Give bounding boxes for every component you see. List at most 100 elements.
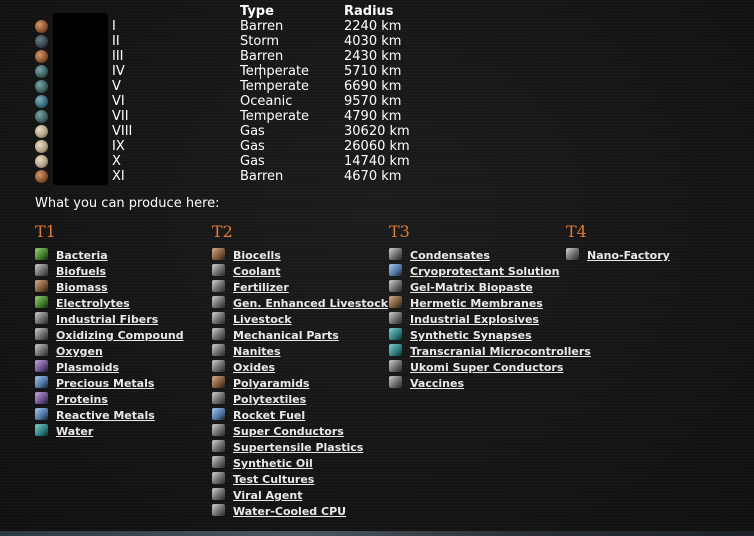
text-cursor-icon <box>258 63 264 80</box>
planet-type: Gas <box>240 139 265 154</box>
list-item: Precious Metals <box>35 374 184 390</box>
product-link-water[interactable]: Water <box>56 425 93 438</box>
product-link-biomass[interactable]: Biomass <box>56 281 108 294</box>
planet-row: I Barren 2240 km <box>0 19 754 34</box>
product-link-nano-factory[interactable]: Nano-Factory <box>587 249 670 262</box>
product-link-condensates[interactable]: Condensates <box>410 249 490 262</box>
product-link-coolant[interactable]: Coolant <box>233 265 280 278</box>
product-link-supertensile-plastics[interactable]: Supertensile Plastics <box>233 441 363 454</box>
list-item: Oxygen <box>35 342 184 358</box>
product-link-polyaramids[interactable]: Polyaramids <box>233 377 309 390</box>
planet-radius: 9570 km <box>344 94 402 109</box>
produce-heading: What you can produce here: <box>35 196 220 211</box>
gas-planet-icon <box>35 125 48 138</box>
planet-type: Barren <box>240 19 284 34</box>
planet-row: III Barren 2430 km <box>0 49 754 64</box>
product-link-gel-matrix-biopaste[interactable]: Gel-Matrix Biopaste <box>410 281 533 294</box>
list-item: Water-Cooled CPU <box>212 502 388 518</box>
product-link-proteins[interactable]: Proteins <box>56 393 108 406</box>
proteins-icon <box>35 392 48 404</box>
product-list: Bacteria Biofuels Biomass Electrolytes I… <box>35 246 184 438</box>
temperate-planet-icon <box>35 110 48 123</box>
planet-row: IX Gas 26060 km <box>0 139 754 154</box>
product-link-biocells[interactable]: Biocells <box>233 249 281 262</box>
planet-type: Barren <box>240 169 284 184</box>
product-link-transcranial-microcontrollers[interactable]: Transcranial Microcontrollers <box>410 345 591 358</box>
product-link-industrial-fibers[interactable]: Industrial Fibers <box>56 313 158 326</box>
product-list: Biocells Coolant Fertilizer Gen. Enhance… <box>212 246 388 518</box>
planet-row: VI Oceanic 9570 km <box>0 94 754 109</box>
product-link-hermetic-membranes[interactable]: Hermetic Membranes <box>410 297 543 310</box>
barren-planet-icon <box>35 20 48 33</box>
tier-label: T4 <box>566 222 587 241</box>
viral-agent-icon <box>212 488 225 500</box>
product-link-fertilizer[interactable]: Fertilizer <box>233 281 289 294</box>
tier-column-t1: T1 Bacteria Biofuels Biomass Electrolyte… <box>35 222 184 438</box>
electrolytes-icon <box>35 296 48 308</box>
product-link-oxidizing-compound[interactable]: Oxidizing Compound <box>56 329 184 342</box>
temperate-planet-icon <box>35 80 48 93</box>
bacteria-icon <box>35 248 48 260</box>
product-link-synthetic-synapses[interactable]: Synthetic Synapses <box>410 329 532 342</box>
list-item: Transcranial Microcontrollers <box>389 342 591 358</box>
synthetic-synapses-icon <box>389 328 402 340</box>
product-link-rocket-fuel[interactable]: Rocket Fuel <box>233 409 305 422</box>
product-link-precious-metals[interactable]: Precious Metals <box>56 377 154 390</box>
tier-column-t3: T3 Condensates Cryoprotectant Solution G… <box>389 222 591 390</box>
list-item: Rocket Fuel <box>212 406 388 422</box>
planet-table: Type Radius I Barren 2240 km II Storm 40… <box>0 0 754 190</box>
barren-planet-icon <box>35 50 48 63</box>
planet-row: X Gas 14740 km <box>0 154 754 169</box>
gas-planet-icon <box>35 140 48 153</box>
product-link-cryoprotectant-solution[interactable]: Cryoprotectant Solution <box>410 265 559 278</box>
planet-radius: 6690 km <box>344 79 402 94</box>
product-link-nanites[interactable]: Nanites <box>233 345 281 358</box>
product-link-synthetic-oil[interactable]: Synthetic Oil <box>233 457 313 470</box>
biofuels-icon <box>35 264 48 276</box>
list-item: Biofuels <box>35 262 184 278</box>
product-link-polytextiles[interactable]: Polytextiles <box>233 393 306 406</box>
product-link-test-cultures[interactable]: Test Cultures <box>233 473 314 486</box>
product-link-super-conductors[interactable]: Super Conductors <box>233 425 344 438</box>
tier-column-t4: T4 Nano-Factory <box>566 222 670 262</box>
product-link-ukomi-super-conductors[interactable]: Ukomi Super Conductors <box>410 361 563 374</box>
gel-matrix-biopaste-icon <box>389 280 402 292</box>
oceanic-planet-icon <box>35 95 48 108</box>
reactive-metals-icon <box>35 408 48 420</box>
product-link-livestock[interactable]: Livestock <box>233 313 292 326</box>
product-link-biofuels[interactable]: Biofuels <box>56 265 106 278</box>
ukomi-super-conductors-icon <box>389 360 402 372</box>
polytextiles-icon <box>212 392 225 404</box>
product-link-mechanical-parts[interactable]: Mechanical Parts <box>233 329 339 342</box>
list-item: Hermetic Membranes <box>389 294 591 310</box>
product-link-plasmoids[interactable]: Plasmoids <box>56 361 119 374</box>
transcranial-microcontrollers-icon <box>389 344 402 356</box>
list-item: Water <box>35 422 184 438</box>
product-link-gen-enhanced-livestock[interactable]: Gen. Enhanced Livestock <box>233 297 388 310</box>
product-link-industrial-explosives[interactable]: Industrial Explosives <box>410 313 539 326</box>
product-link-water-cooled-cpu[interactable]: Water-Cooled CPU <box>233 505 346 518</box>
list-item: Vaccines <box>389 374 591 390</box>
planet-radius: 5710 km <box>344 64 402 79</box>
product-link-vaccines[interactable]: Vaccines <box>410 377 464 390</box>
list-item: Synthetic Synapses <box>389 326 591 342</box>
planet-number: X <box>112 154 121 169</box>
planet-type: Temperate <box>240 64 310 79</box>
list-item: Biomass <box>35 278 184 294</box>
planet-row: V Temperate 6690 km <box>0 79 754 94</box>
planet-row: VII Temperate 4790 km <box>0 109 754 124</box>
product-link-oxygen[interactable]: Oxygen <box>56 345 103 358</box>
planet-number: VIII <box>112 124 133 139</box>
planet-number: IV <box>112 64 125 79</box>
list-item: Gel-Matrix Biopaste <box>389 278 591 294</box>
product-link-viral-agent[interactable]: Viral Agent <box>233 489 302 502</box>
product-link-electrolytes[interactable]: Electrolytes <box>56 297 130 310</box>
barren-planet-icon <box>35 170 48 183</box>
planet-radius: 26060 km <box>344 139 410 154</box>
product-link-bacteria[interactable]: Bacteria <box>56 249 108 262</box>
tier-label: T3 <box>389 222 410 241</box>
product-link-reactive-metals[interactable]: Reactive Metals <box>56 409 155 422</box>
fertilizer-icon <box>212 280 225 292</box>
planet-type: Temperate <box>240 109 310 124</box>
product-link-oxides[interactable]: Oxides <box>233 361 275 374</box>
